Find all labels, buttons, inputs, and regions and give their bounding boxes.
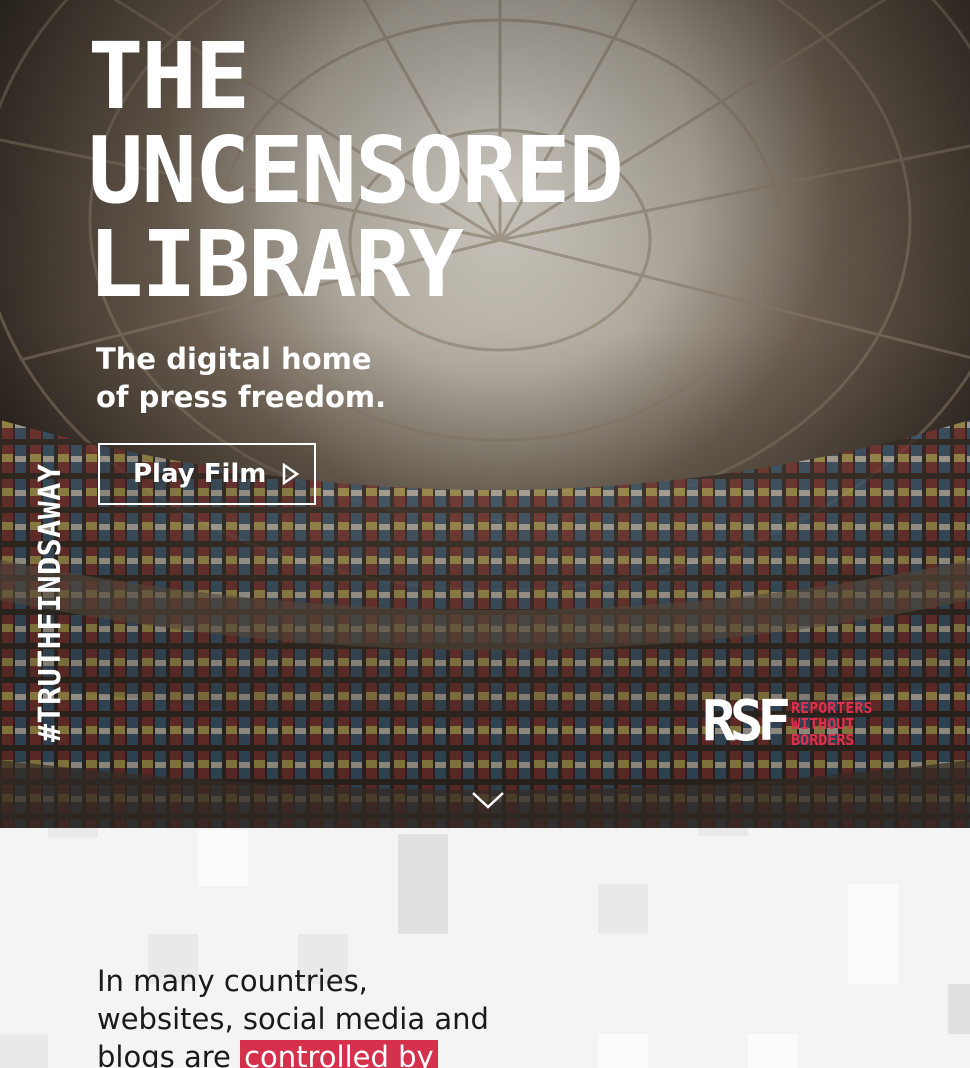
- intro-line: blogs are: [97, 1040, 241, 1068]
- pixel-decoration: [848, 884, 898, 934]
- pixel-decoration: [698, 828, 748, 836]
- pixel-decoration: [398, 834, 448, 934]
- intro-highlight: controlled by: [240, 1040, 438, 1068]
- pixel-decoration: [598, 884, 648, 934]
- title-line: LIBRARY: [88, 211, 464, 318]
- pixel-decoration: [948, 984, 970, 1034]
- rsf-logo-mark: RSF: [702, 689, 791, 754]
- pixel-decoration: [48, 828, 98, 838]
- pixel-decoration: [748, 1034, 798, 1068]
- pixel-decoration: [0, 1034, 48, 1068]
- pixel-decoration: [848, 934, 898, 984]
- subtitle-line: of press freedom.: [96, 380, 387, 414]
- play-film-button[interactable]: Play Film: [98, 443, 316, 505]
- chevron-down-icon[interactable]: [470, 788, 506, 812]
- page-title: THE UNCENSORED LIBRARY: [88, 23, 624, 318]
- subtitle-line: The digital home: [96, 342, 372, 376]
- rsf-logo-name: REPORTERS WITHOUT BORDERS: [791, 700, 922, 748]
- title-line: THE: [88, 23, 250, 130]
- pixel-decoration: [598, 1034, 648, 1068]
- intro-line: websites, social media and: [97, 1002, 489, 1036]
- rsf-name-line: WITHOUT BORDERS: [791, 715, 855, 749]
- title-line: UNCENSORED: [88, 117, 624, 224]
- play-film-label: Play Film: [133, 459, 267, 489]
- hero-subtitle: The digital home of press freedom.: [96, 340, 416, 416]
- intro-section: In many countries, websites, social medi…: [0, 828, 970, 1068]
- intro-line: In many countries,: [97, 964, 368, 998]
- intro-text: In many countries, websites, social medi…: [97, 962, 537, 1068]
- rsf-name-line: REPORTERS: [791, 699, 873, 717]
- play-icon: [282, 462, 300, 486]
- pixel-decoration: [198, 830, 248, 886]
- hashtag-label: #TRUTHFINDSAWAY: [33, 463, 68, 742]
- hero-section: THE UNCENSORED LIBRARY The digital home …: [0, 0, 970, 828]
- rsf-logo[interactable]: RSF REPORTERS WITHOUT BORDERS: [702, 694, 922, 750]
